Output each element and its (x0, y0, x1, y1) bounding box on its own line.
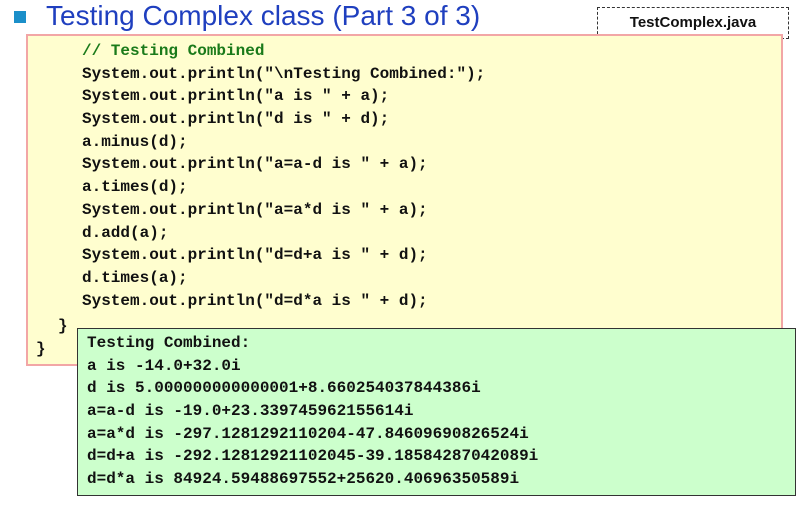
title-bullet (14, 11, 26, 23)
code-line: a.times(d); (82, 178, 188, 197)
output-line: a=a*d is -297.1281292110204-47.846096908… (87, 424, 529, 443)
slide-title: Testing Complex class (Part 3 of 3) (46, 0, 481, 31)
output-line: d=d+a is -292.12812921102045-39.18584287… (87, 447, 539, 466)
code-line: System.out.println("a=a-d is " + a); (82, 155, 428, 174)
code-line: System.out.println("a=a*d is " + a); (82, 200, 428, 219)
output-line: d is 5.000000000000001+8.660254037844386… (87, 379, 481, 398)
code-line: System.out.println("d=d+a is " + d); (82, 246, 428, 265)
code-line: System.out.println("d is " + d); (82, 110, 390, 129)
output-line: Testing Combined: (87, 334, 251, 352)
code-line: System.out.println("a is " + a); (82, 87, 390, 106)
code-comment-line: // Testing Combined (82, 42, 265, 60)
output-line: d=d*a is 84924.59488697552+25620.4069635… (87, 470, 520, 489)
output-line: a is -14.0+32.0i (87, 356, 241, 375)
code-line: System.out.println("d=d*a is " + d); (82, 291, 428, 310)
code-line: System.out.println("\nTesting Combined:"… (82, 64, 486, 83)
class-closing-brace: } (36, 340, 46, 358)
method-closing-brace: } (58, 317, 68, 335)
output-line: a=a-d is -19.0+23.339745962155614i (87, 402, 414, 421)
code-line: a.minus(d); (82, 132, 188, 151)
console-output: Testing Combined: a is -14.0+32.0i d is … (87, 332, 538, 491)
code-line: d.times(a); (82, 268, 188, 287)
code-line: d.add(a); (82, 223, 169, 242)
code-listing: // Testing Combined System.out.println("… (82, 40, 485, 312)
